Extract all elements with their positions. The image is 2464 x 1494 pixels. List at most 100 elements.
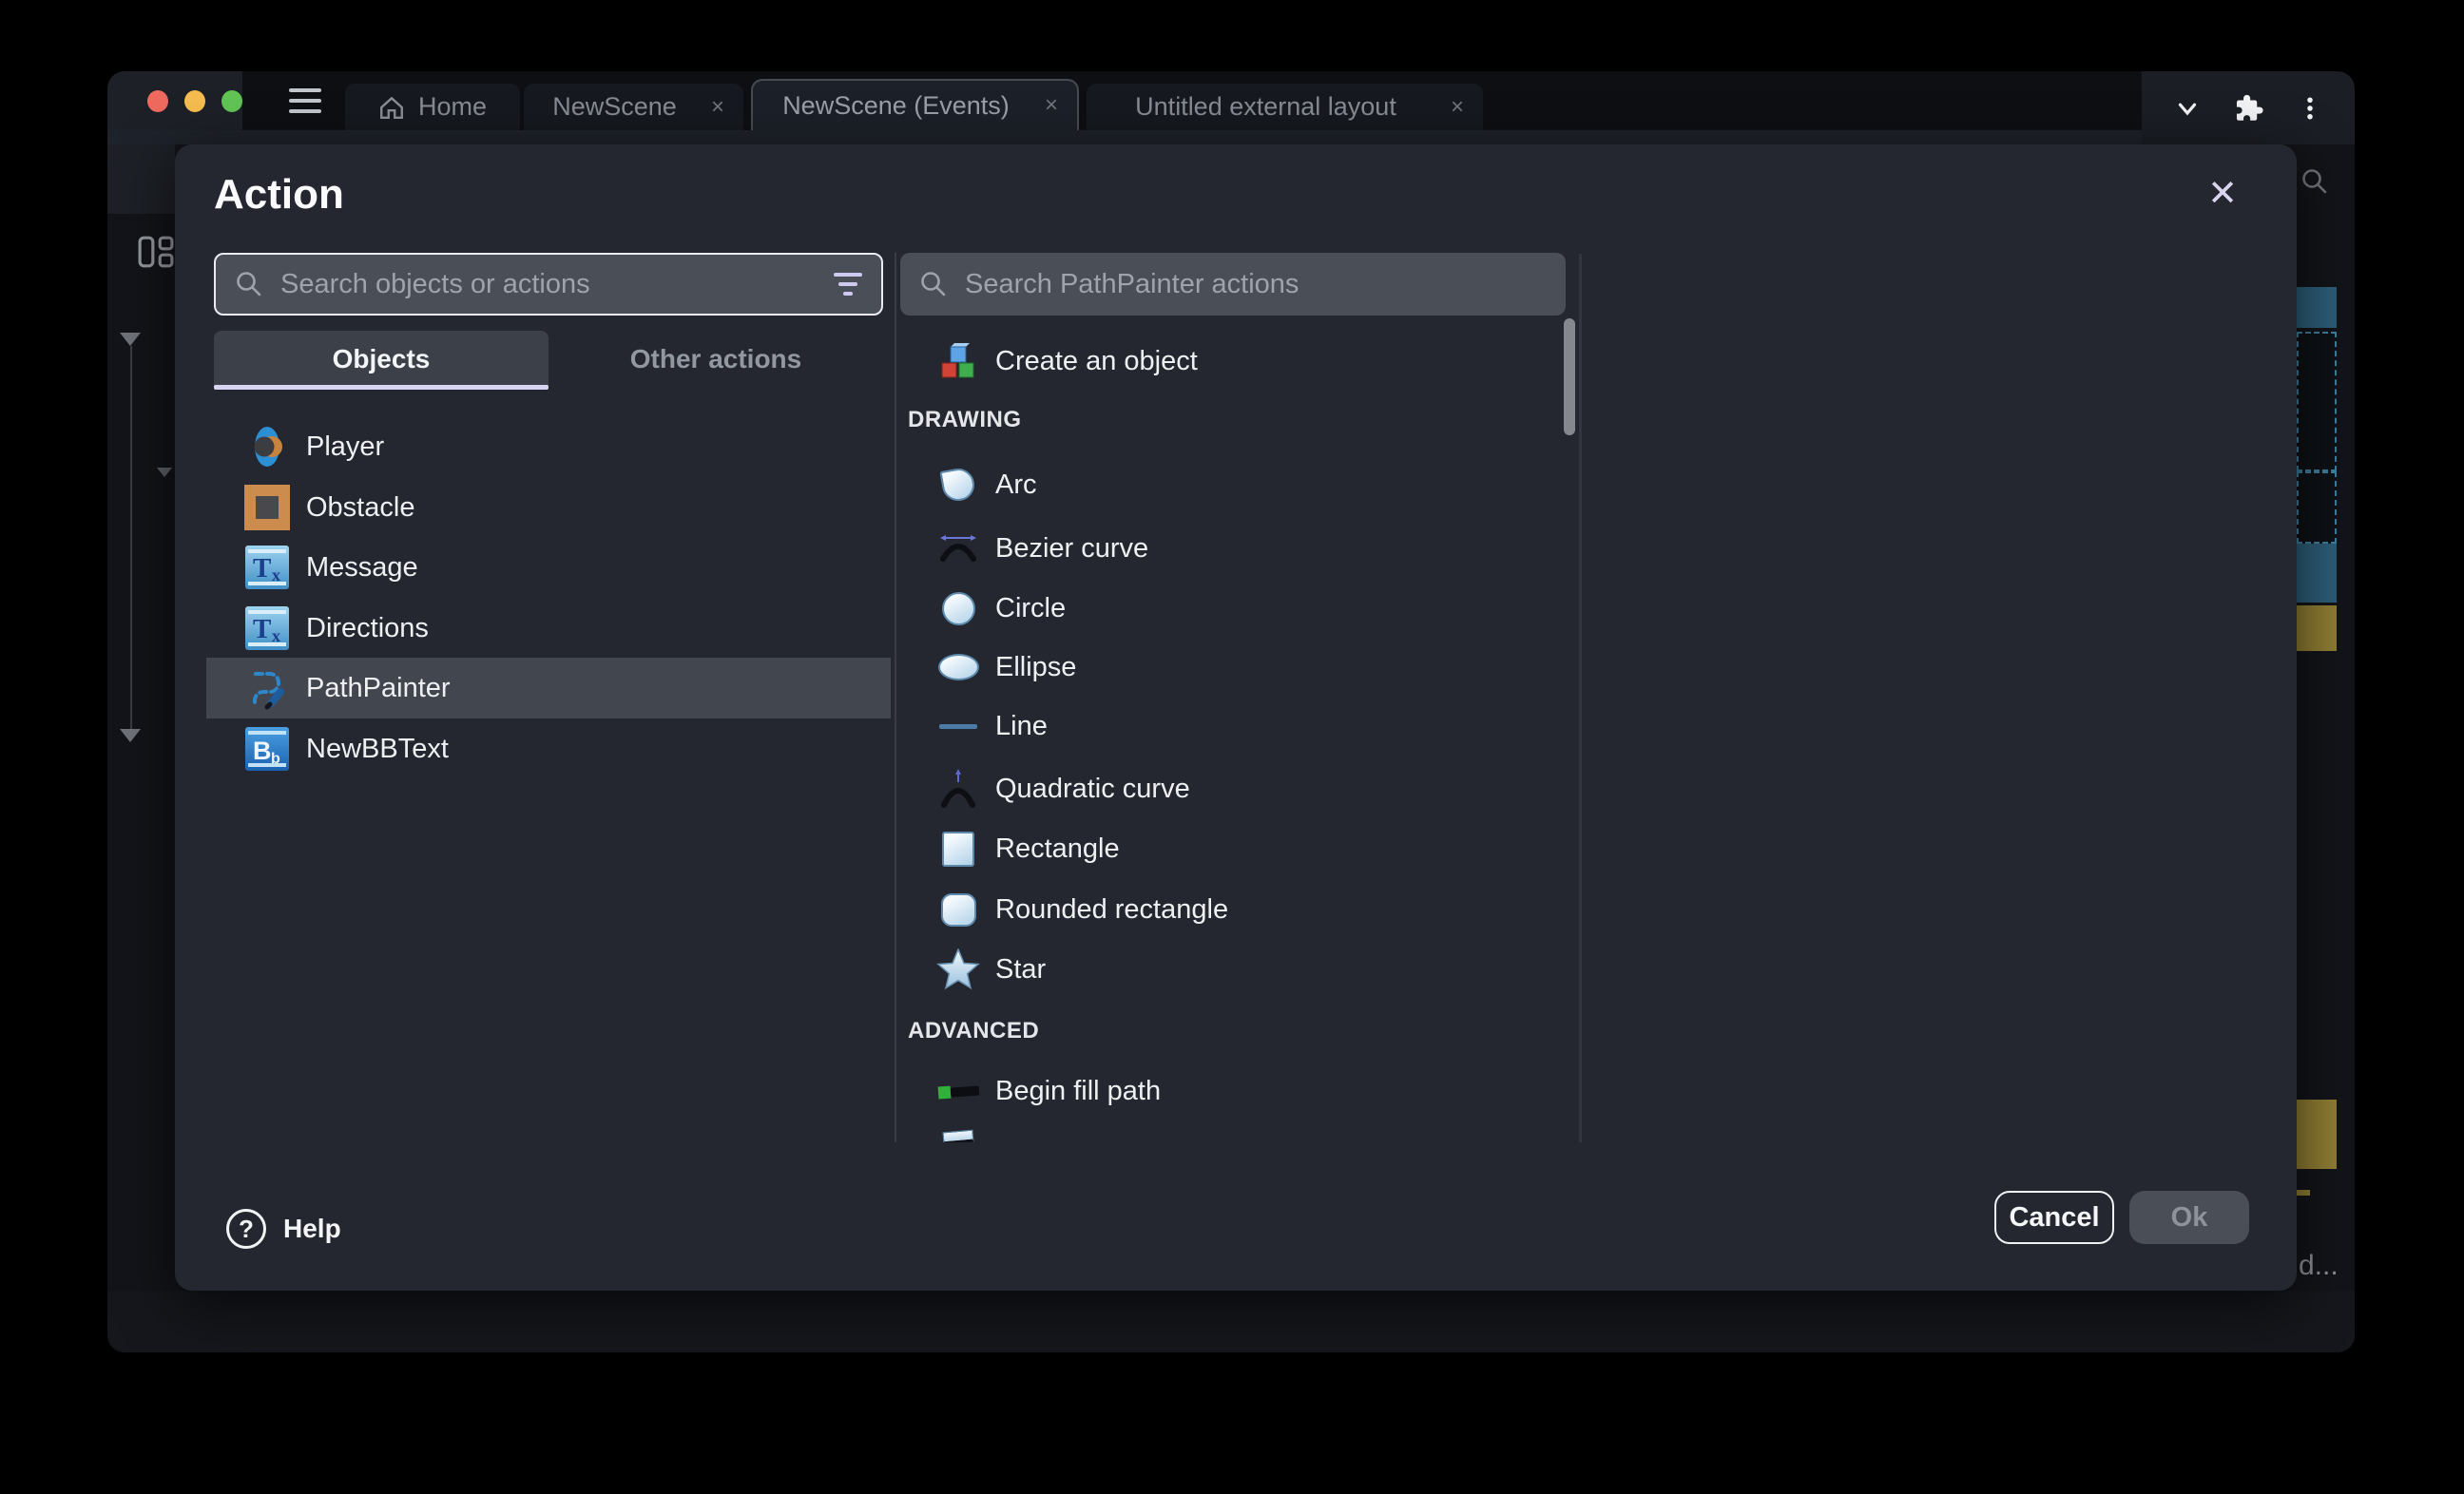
tab-label: Untitled external layout: [1135, 92, 1396, 122]
action-row-arc[interactable]: Arc: [900, 454, 1556, 515]
tab-newscene[interactable]: NewScene×: [524, 84, 743, 130]
toolbar-strip: [107, 130, 2142, 144]
action-row-ellipse[interactable]: Ellipse: [900, 637, 1556, 698]
background-bottom-strip: [107, 1291, 2355, 1352]
tab-newscene-events-[interactable]: NewScene (Events) ×: [751, 79, 1079, 130]
home-icon: [378, 94, 405, 121]
action-label: Quadratic curve: [995, 774, 1190, 805]
action-label: Bezier curve: [995, 533, 1148, 565]
filter-icon[interactable]: [834, 273, 862, 296]
event-block: [2297, 1100, 2337, 1169]
more-vertical-icon[interactable]: [2296, 94, 2324, 123]
star-icon: [936, 948, 980, 991]
actions-search-input[interactable]: [963, 268, 1547, 301]
action-row-rectangle[interactable]: Rectangle: [900, 818, 1556, 879]
objects-search-input[interactable]: [279, 268, 818, 301]
action-dialog: Action ✕ ObjectsOther actions Player Obst…: [175, 144, 2297, 1291]
object-label: NewBBText: [306, 734, 449, 765]
object-row-pathpainter[interactable]: PathPainter: [206, 658, 891, 718]
extensions-icon[interactable]: [2232, 92, 2264, 124]
action-label: Line: [995, 711, 1048, 742]
action-label: Circle: [995, 593, 1066, 624]
help-button[interactable]: ? Help: [226, 1209, 341, 1249]
tab-other-actions[interactable]: Other actions: [549, 331, 883, 388]
object-label: PathPainter: [306, 673, 451, 704]
background-events-panel: [2297, 144, 2355, 1291]
quadratic-curve-icon: [936, 767, 980, 811]
svg-text:T: T: [253, 614, 271, 644]
objects-search-field[interactable]: [214, 253, 883, 316]
app-window: HomeNewScene×NewScene (Events)×Untitled …: [107, 71, 2355, 1352]
path-painter-object-icon: [244, 665, 290, 711]
panel-divider: [895, 253, 896, 1142]
svg-text:b: b: [271, 751, 280, 767]
circle-icon: [936, 586, 980, 630]
tab-untitled-external-layout[interactable]: Untitled external layout ×: [1087, 84, 1483, 130]
minimize-window-button[interactable]: [184, 90, 205, 112]
object-type-tabs: ObjectsOther actions: [214, 331, 883, 388]
text-object-icon: Tx: [244, 545, 290, 590]
object-row-player[interactable]: Player: [206, 416, 891, 477]
event-block: [2297, 332, 2337, 471]
rectangle-icon: [936, 827, 980, 871]
window-controls: [107, 71, 242, 130]
search-icon[interactable]: [2300, 167, 2329, 201]
svg-text:T: T: [253, 553, 271, 584]
action-row-bezier-curve[interactable]: Bezier curve: [900, 518, 1556, 579]
actions-search-field[interactable]: [900, 253, 1566, 316]
chevron-down-icon[interactable]: [157, 468, 172, 477]
ellipse-icon: [936, 645, 980, 689]
action-label: Begin fill path: [995, 1076, 1161, 1107]
object-row-directions[interactable]: Tx Directions: [206, 598, 891, 659]
tab-home[interactable]: Home: [345, 84, 520, 130]
ok-button[interactable]: Ok: [2129, 1191, 2249, 1244]
chevron-down-icon[interactable]: [120, 333, 141, 346]
dialog-title: Action: [214, 171, 344, 219]
action-row-create-an-object[interactable]: Create an object: [900, 331, 1556, 392]
create-object-icon: [936, 339, 980, 383]
search-icon: [919, 270, 948, 298]
action-row-rounded-rectangle[interactable]: Rounded rectangle: [900, 879, 1556, 940]
action-row-line[interactable]: Line: [900, 696, 1556, 757]
object-label: Directions: [306, 613, 429, 644]
close-tab-icon[interactable]: ×: [711, 96, 724, 119]
help-icon: ?: [226, 1209, 266, 1249]
text-object-icon: Tx: [244, 605, 290, 651]
bezier-curve-icon: [936, 527, 980, 570]
rounded-rectangle-icon: [936, 888, 980, 931]
section-header-advanced: ADVANCED: [908, 1014, 1478, 1048]
arc-icon: [936, 463, 980, 507]
chevron-down-icon[interactable]: [2173, 94, 2202, 123]
object-row-obstacle[interactable]: Obstacle: [206, 477, 891, 538]
object-row-newbbtext[interactable]: BbNewBBText: [206, 718, 891, 779]
close-window-button[interactable]: [147, 90, 168, 112]
player-object-icon: [244, 424, 290, 469]
titlebar-actions: [2142, 71, 2355, 144]
action-row-partial[interactable]: [900, 1108, 1556, 1142]
begin-fill-path-icon: [936, 1069, 980, 1113]
truncated-status-text: d...: [2299, 1250, 2339, 1282]
object-label: Player: [306, 431, 384, 463]
object-label: Message: [306, 552, 418, 584]
action-row-circle[interactable]: Circle: [900, 578, 1556, 639]
scrollbar-thumb[interactable]: [1564, 318, 1575, 435]
close-tab-icon[interactable]: ×: [1451, 96, 1464, 119]
screen: HomeNewScene×NewScene (Events)×Untitled …: [0, 0, 2464, 1494]
tab-objects[interactable]: Objects: [214, 331, 549, 388]
object-row-message[interactable]: Tx Message: [206, 537, 891, 598]
chevron-down-icon[interactable]: [120, 729, 141, 742]
zoom-window-button[interactable]: [221, 90, 242, 112]
clipped-item-icon: [936, 1108, 980, 1142]
event-block: [2297, 544, 2337, 603]
tab-label: NewScene (Events): [782, 91, 1010, 121]
background-left-panel: [107, 144, 175, 1291]
close-icon[interactable]: ✕: [2198, 169, 2247, 219]
layout-grid-icon[interactable]: [138, 236, 174, 273]
action-row-quadratic-curve[interactable]: Quadratic curve: [900, 758, 1556, 819]
cancel-button[interactable]: Cancel: [1994, 1191, 2114, 1244]
event-block: [2297, 1190, 2310, 1196]
action-row-star[interactable]: Star: [900, 939, 1556, 1000]
close-tab-icon[interactable]: ×: [1045, 94, 1058, 117]
action-label: Arc: [995, 469, 1037, 501]
hamburger-menu-icon[interactable]: [289, 88, 321, 113]
